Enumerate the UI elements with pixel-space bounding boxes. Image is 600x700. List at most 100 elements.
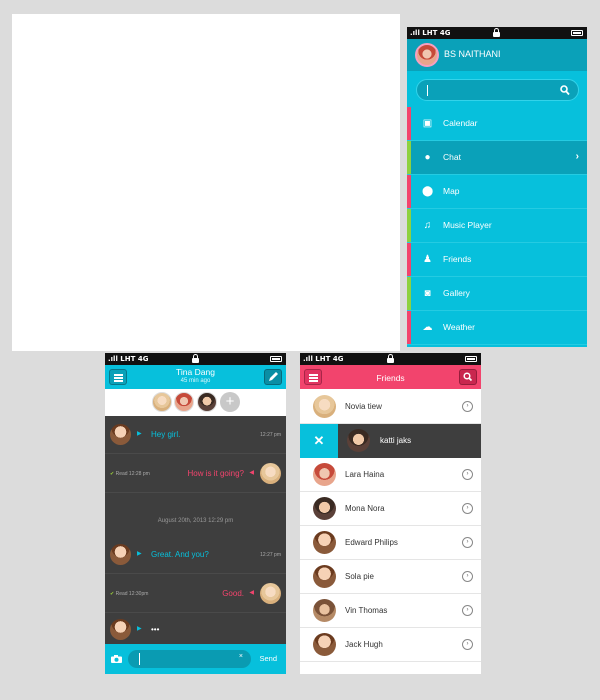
blank-panel [12,14,400,351]
delete-button[interactable]: ✕ [300,424,338,458]
avatar [415,43,439,67]
chevron-right-circle-icon[interactable]: › [462,401,473,412]
chat-title: Tina Dang [176,367,215,377]
friend-name: Jack Hugh [345,640,383,649]
lock-icon [386,354,394,363]
battery-icon [465,356,477,362]
avatar [260,463,281,484]
avatar [110,544,131,565]
check-icon: ✔ [110,471,115,477]
message-text: Great. And you? [151,550,209,559]
chat-screen: .ıll LHT 4G Tina Dang 45 min ago + ▶ Hey… [105,353,286,674]
network-label: 4G [137,355,149,363]
friend-name: Lara Haina [345,470,385,479]
friend-name: Novia tiew [345,402,382,411]
friend-row[interactable]: Jack Hugh › [300,628,481,662]
avatar [347,429,370,452]
accent-stripe [407,141,411,174]
accent-stripe [407,277,411,310]
avatar [313,633,336,656]
sidebar-item-label: Chat [443,152,461,162]
network-label: 4G [439,29,451,37]
person-icon: ♟ [423,254,432,265]
avatar [313,565,336,588]
chevron-right-circle-icon[interactable]: › [462,537,473,548]
chevron-right-circle-icon[interactable]: › [462,503,473,514]
friends-header: Friends [300,365,481,389]
chevron-right-circle-icon[interactable]: › [462,571,473,582]
message-text: Hey girl. [151,430,181,439]
check-icon: ✔ [110,591,115,597]
lock-icon [191,354,199,363]
friend-row[interactable]: Novia tiew › [300,390,481,424]
status-bar: .ıll LHT 4G [300,353,481,365]
friend-row[interactable]: Vin Thomas › [300,594,481,628]
battery-icon [270,356,282,362]
sidebar-item-weather[interactable]: ☁ Weather [407,311,587,345]
friend-row[interactable]: Sola pie › [300,560,481,594]
friend-name: Vin Thomas [345,606,388,615]
battery-icon [571,30,583,36]
swiped-friend-row[interactable]: ✕ katti jaks [300,424,481,458]
send-button[interactable]: Send [259,654,277,663]
sidebar-item-label: Gallery [443,288,470,298]
profile-name: BS NAITHANI [444,49,501,59]
chevron-right-circle-icon[interactable]: › [462,639,473,650]
search-input[interactable] [416,79,579,101]
cloud-icon: ☁ [422,322,433,333]
message-row: ✔ Read 12:28 pm How is it going? ◀ [105,455,286,493]
sidebar-item-map[interactable]: ⬤ Map [407,175,587,209]
calendar-icon: ▣ [422,118,433,129]
signal-icon: .ıll [303,355,313,363]
profile-header[interactable]: BS NAITHANI [407,39,587,71]
carrier-label: LHT [315,355,331,363]
accent-stripe [407,107,411,140]
plus-icon: + [225,393,235,410]
avatar [313,599,336,622]
camera-icon: ◙ [424,288,431,299]
message-input[interactable]: × [128,650,251,668]
sidebar-item-music-player[interactable]: ♫ Music Player [407,209,587,243]
search-icon[interactable] [560,85,570,96]
clear-input-icon[interactable]: × [239,653,243,660]
participant-avatar[interactable] [174,392,194,412]
status-bar: .ıll LHT 4G [105,353,286,365]
avatar [110,619,131,640]
friend-name: Sola pie [345,572,374,581]
close-icon: ✕ [313,433,325,448]
friend-row[interactable]: Mona Nora › [300,492,481,526]
avatar [313,497,336,520]
sidebar-item-friends[interactable]: ♟ Friends [407,243,587,277]
participant-avatar[interactable] [152,392,172,412]
avatar [313,531,336,554]
carrier-label: LHT [422,29,438,37]
message-row: ▶ Great. And you? 12:27 pm [105,536,286,574]
sidebar-item-calendar[interactable]: ▣ Calendar [407,107,587,141]
incoming-arrow-icon: ▶ [137,551,142,557]
compose-button[interactable] [264,369,282,385]
chevron-right-circle-icon[interactable]: › [462,605,473,616]
friend-row[interactable]: Lara Haina › [300,458,481,492]
participants-bar: + [105,389,286,416]
pencil-icon [269,372,278,381]
message-time: 12:27 pm [260,552,281,558]
friends-title: Friends [376,373,405,383]
read-receipt: Read 12:28 pm [115,471,150,477]
signal-icon: .ıll [108,355,118,363]
add-participant-button[interactable]: + [220,392,240,412]
composer-bar: × Send [105,644,286,674]
accent-stripe [407,311,411,344]
signal-icon: .ıll [410,29,420,37]
avatar [260,583,281,604]
search-button[interactable] [459,369,477,385]
date-separator: August 20th, 2013 12:29 pm [157,518,234,524]
participant-avatar[interactable] [197,392,217,412]
read-receipt: Read 12:30pm [115,591,149,597]
chevron-right-circle-icon[interactable]: › [462,469,473,480]
camera-icon[interactable] [111,655,122,663]
sidebar-item-gallery[interactable]: ◙ Gallery [407,277,587,311]
sidebar-screen: .ıll LHT 4G BS NAITHANI ▣ Calendar ● Chat › ⬤… [407,27,587,347]
friend-row[interactable]: Edward Philips › [300,526,481,560]
sidebar-item-chat[interactable]: ● Chat › [407,141,587,175]
search-icon [463,372,473,382]
